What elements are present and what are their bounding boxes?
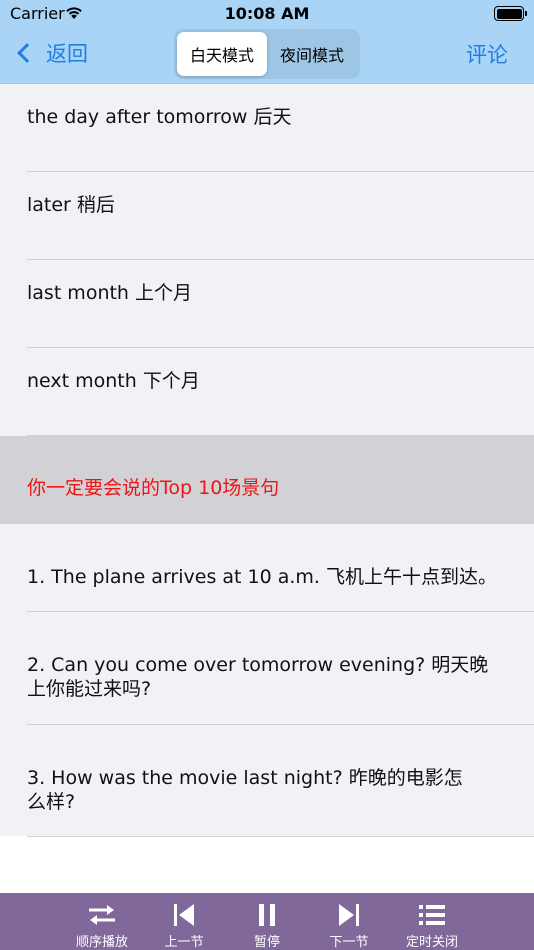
list-item[interactable]: later 稍后 [0,172,534,260]
list-item-text: 1. The plane arrives at 10 a.m. 飞机上午十点到达… [27,566,498,588]
list-item-text: later 稍后 [27,194,115,216]
list-item[interactable]: last month 上个月 [0,260,534,348]
list-item-text: 3. How was the movie last night? 昨晚的电影怎么… [27,767,463,813]
pause-button[interactable]: 暂停 [222,893,312,950]
previous-label: 上一节 [164,935,204,950]
chevron-left-icon [17,43,37,63]
list-icon [418,902,446,928]
list-item[interactable]: 1. The plane arrives at 10 a.m. 飞机上午十点到达… [0,524,534,612]
section-header-text: 你一定要会说的Top 10场景句 [27,477,280,499]
section-header: 你一定要会说的Top 10场景句 [0,436,534,524]
list-item-text: the day after tomorrow 后天 [27,106,292,128]
previous-button[interactable]: 上一节 [139,893,229,950]
list-item[interactable]: the day after tomorrow 后天 [0,84,534,172]
player-controls: 顺序播放 上一节 暂停 下一节 定时关闭 [0,893,534,950]
shuffle-icon [87,902,117,928]
list-item-text: next month 下个月 [27,370,200,392]
night-mode-segment[interactable]: 夜间模式 [267,32,357,76]
list-item-text: 2. Can you come over tomorrow evening? 明… [27,654,489,700]
back-label: 返回 [46,42,88,66]
play-order-button[interactable]: 顺序播放 [57,893,147,950]
display-mode-switch: 白天模式 夜间模式 [174,29,360,79]
sleep-timer-label: 定时关闭 [405,935,458,950]
clock: 10:08 AM [224,4,310,23]
status-bar: Carrier 10:08 AM [0,0,534,28]
play-order-label: 顺序播放 [75,935,128,950]
comment-button[interactable]: 评论 [466,39,508,69]
navigation-bar: 返回 白天模式 夜间模式 评论 [0,28,534,84]
day-mode-segment[interactable]: 白天模式 [177,32,267,76]
skip-previous-icon [173,902,195,928]
list-item[interactable]: 3. How was the movie last night? 昨晚的电影怎么… [0,725,534,837]
sleep-timer-button[interactable]: 定时关闭 [387,893,477,950]
back-button[interactable]: 返回 [14,38,88,68]
next-label: 下一节 [329,935,369,950]
list-item[interactable]: 2. Can you come over tomorrow evening? 明… [0,612,534,725]
battery-icon [494,6,527,21]
phrase-list: the day after tomorrow 后天 later 稍后 last … [0,84,534,837]
list-item[interactable]: next month 下个月 [0,348,534,436]
skip-next-icon [338,902,360,928]
next-button[interactable]: 下一节 [304,893,394,950]
pause-label: 暂停 [253,935,280,950]
pause-icon [256,902,278,928]
list-item-text: last month 上个月 [27,282,193,304]
